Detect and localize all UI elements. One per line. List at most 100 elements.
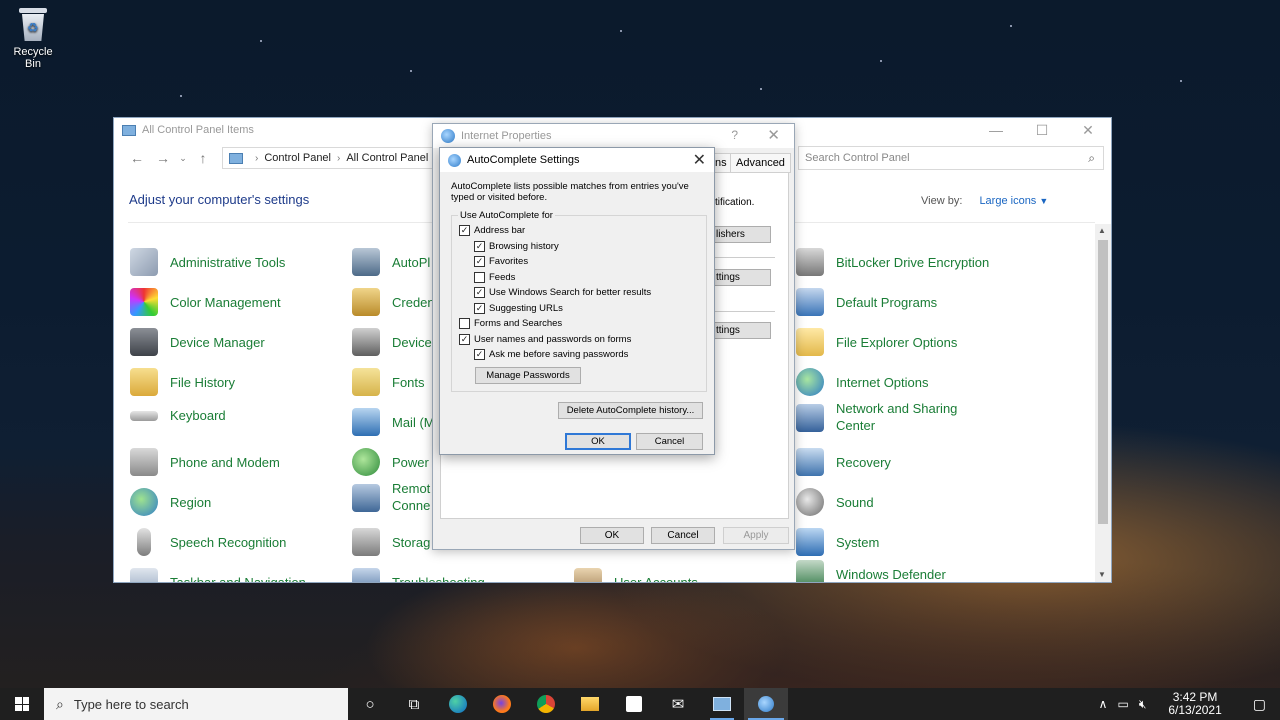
chevron-up-icon[interactable]: ∧ — [1094, 697, 1113, 711]
administrative-tools-icon — [130, 248, 158, 276]
item-file-explorer-options[interactable]: File Explorer Options — [796, 328, 957, 356]
manage-passwords-button[interactable]: Manage Passwords — [475, 367, 581, 384]
close-button[interactable]: ✕ — [767, 126, 780, 144]
feeds-settings-button[interactable]: ttings — [711, 322, 771, 339]
firefox-icon[interactable] — [480, 688, 524, 720]
task-view-icon[interactable]: ⧉ — [392, 688, 436, 720]
publishers-button[interactable]: lishers — [711, 226, 771, 243]
checkbox-option[interactable]: ✓ Ask me before saving passwords — [474, 349, 628, 360]
item-recovery[interactable]: Recovery — [796, 448, 891, 476]
mail-icon[interactable]: ✉ — [656, 688, 700, 720]
item-keyboard[interactable]: Keyboard — [130, 408, 226, 423]
internet-properties-taskbar-icon[interactable] — [744, 688, 788, 720]
checkbox-checked-icon[interactable]: ✓ — [459, 225, 470, 236]
item-device-manager[interactable]: Device Manager — [130, 328, 265, 356]
apply-button[interactable]: Apply — [723, 527, 789, 544]
clock[interactable]: 3:42 PM 6/13/2021 — [1151, 691, 1238, 717]
item-remoteapp[interactable]: Remot Conne — [352, 480, 430, 514]
edge-icon[interactable] — [436, 688, 480, 720]
recent-locations-chevron-icon[interactable]: ⌄ — [176, 153, 190, 164]
checkbox-option[interactable]: Feeds — [474, 272, 515, 283]
search-input[interactable]: Search Control Panel ⌕ — [798, 146, 1104, 170]
internet-properties-titlebar[interactable]: Internet Properties ? ✕ — [433, 124, 794, 148]
checkbox-option[interactable]: ✓ Browsing history — [474, 241, 559, 252]
item-autoplay[interactable]: AutoPl — [352, 248, 430, 276]
autocomplete-settings-button[interactable]: ttings — [711, 269, 771, 286]
notifications-icon[interactable]: ▢ — [1239, 696, 1280, 713]
up-arrow-icon[interactable]: ↑ — [190, 150, 216, 166]
checkbox-option[interactable]: ✓ Use Windows Search for better results — [474, 287, 651, 298]
item-bitlocker[interactable]: BitLocker Drive Encryption — [796, 248, 989, 276]
file-history-icon — [130, 368, 158, 396]
breadcrumb-control-panel[interactable]: Control Panel — [264, 152, 331, 164]
recycle-bin-shortcut[interactable]: Recycle Bin — [4, 6, 62, 70]
forward-arrow-icon[interactable]: → — [150, 150, 176, 166]
item-devices-and-printers[interactable]: Device — [352, 328, 432, 356]
scroll-down-icon[interactable]: ▼ — [1098, 570, 1106, 579]
chrome-icon[interactable] — [524, 688, 568, 720]
cancel-button[interactable]: Cancel — [651, 527, 715, 544]
checkbox-unchecked-icon[interactable] — [459, 318, 470, 329]
item-power-options[interactable]: Power — [352, 448, 429, 476]
start-button[interactable] — [0, 688, 44, 720]
ok-button[interactable]: OK — [565, 433, 631, 450]
tab-advanced[interactable]: Advanced — [730, 153, 791, 173]
view-by-dropdown[interactable]: Large icons — [979, 195, 1036, 207]
checkbox-option[interactable]: ✓ User names and passwords on forms — [459, 334, 631, 345]
chevron-down-icon[interactable]: ▼ — [1039, 196, 1048, 206]
item-storage-spaces[interactable]: Storag — [352, 528, 430, 556]
close-button[interactable]: ✕ — [693, 150, 706, 170]
checkbox-option[interactable]: ✓ Favorites — [474, 256, 528, 267]
checkbox-option[interactable]: Forms and Searches — [459, 318, 562, 329]
item-speech-recognition[interactable]: Speech Recognition — [130, 528, 286, 556]
checkbox-checked-icon[interactable]: ✓ — [474, 241, 485, 252]
scroll-up-icon[interactable]: ▲ — [1098, 226, 1106, 235]
item-region[interactable]: Region — [130, 488, 211, 516]
checkbox-checked-icon[interactable]: ✓ — [474, 303, 485, 314]
item-user-accounts[interactable]: User Accounts — [574, 568, 698, 582]
troubleshooting-icon — [352, 568, 380, 582]
item-network-and-sharing[interactable]: Network and Sharing Center — [796, 400, 957, 434]
item-phone-and-modem[interactable]: Phone and Modem — [130, 448, 280, 476]
checkbox-checked-icon[interactable]: ✓ — [474, 287, 485, 298]
close-button[interactable]: ✕ — [1065, 118, 1111, 142]
ok-button[interactable]: OK — [580, 527, 644, 544]
checkbox-option[interactable]: ✓ Suggesting URLs — [474, 303, 563, 314]
back-arrow-icon[interactable]: ← — [124, 150, 150, 166]
vertical-scrollbar[interactable]: ▲ ▼ — [1095, 224, 1111, 582]
minimize-button[interactable]: — — [973, 118, 1019, 142]
network-icon[interactable]: ▭ — [1112, 697, 1133, 711]
checkbox-unchecked-icon[interactable] — [474, 272, 485, 283]
item-default-programs[interactable]: Default Programs — [796, 288, 937, 316]
volume-muted-icon[interactable]: 🔇︎ — [1134, 697, 1152, 712]
item-administrative-tools[interactable]: Administrative Tools — [130, 248, 285, 276]
autocomplete-titlebar[interactable]: AutoComplete Settings ✕ — [440, 148, 714, 172]
help-button[interactable]: ? — [731, 128, 738, 142]
item-windows-defender[interactable]: Windows Defender — [796, 560, 946, 582]
checkbox-checked-icon[interactable]: ✓ — [474, 256, 485, 267]
item-troubleshooting[interactable]: Troubleshooting — [352, 568, 485, 582]
checkbox-option[interactable]: ✓ Address bar — [459, 225, 525, 236]
cortana-icon[interactable]: ○ — [348, 688, 392, 720]
control-panel-icon — [122, 124, 136, 136]
microsoft-store-icon[interactable] — [612, 688, 656, 720]
maximize-button[interactable]: ☐ — [1019, 118, 1065, 142]
item-sound[interactable]: Sound — [796, 488, 874, 516]
checkbox-checked-icon[interactable]: ✓ — [474, 349, 485, 360]
control-panel-taskbar-icon[interactable] — [700, 688, 744, 720]
checkbox-checked-icon[interactable]: ✓ — [459, 334, 470, 345]
item-taskbar-and-navigation[interactable]: Taskbar and Navigation — [130, 568, 306, 582]
item-internet-options[interactable]: Internet Options — [796, 368, 929, 396]
delete-autocomplete-history-button[interactable]: Delete AutoComplete history... — [558, 402, 703, 419]
scrollbar-thumb[interactable] — [1098, 240, 1108, 524]
item-credential-manager[interactable]: Creden — [352, 288, 435, 316]
item-file-history[interactable]: File History — [130, 368, 235, 396]
taskbar-search-input[interactable]: ⌕ Type here to search — [44, 688, 348, 720]
item-color-management[interactable]: Color Management — [130, 288, 281, 316]
recycle-bin-label: Recycle Bin — [13, 46, 53, 70]
item-system[interactable]: System — [796, 528, 879, 556]
item-fonts[interactable]: Fonts — [352, 368, 425, 396]
item-mail[interactable]: Mail (M — [352, 408, 435, 436]
cancel-button[interactable]: Cancel — [636, 433, 703, 450]
file-explorer-icon[interactable] — [568, 688, 612, 720]
